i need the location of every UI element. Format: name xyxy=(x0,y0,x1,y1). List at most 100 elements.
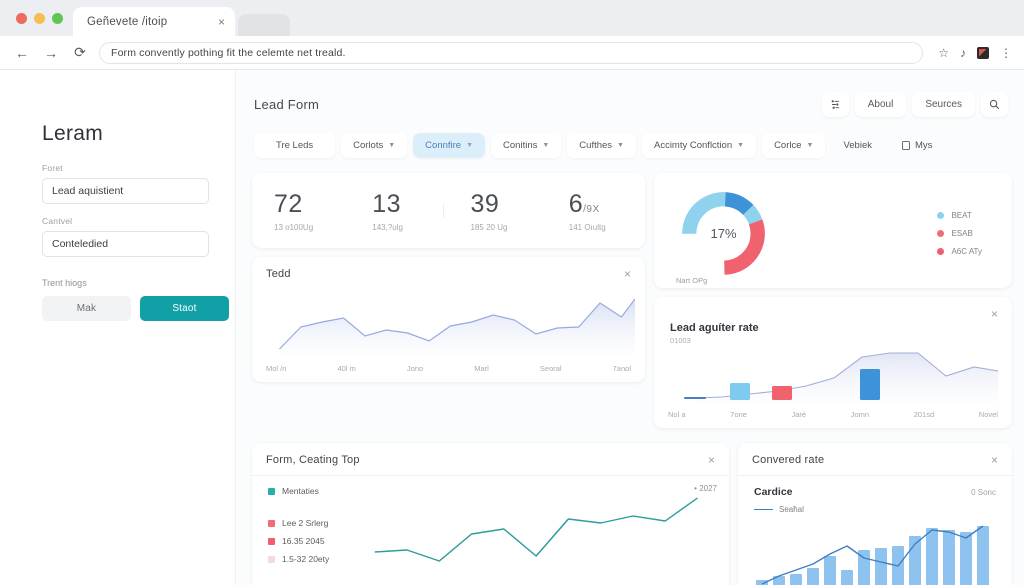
address-bar-text: Form convently pothing fit the celemte n… xyxy=(111,46,346,59)
tab-label: Connfire xyxy=(425,140,462,151)
donut-chart: 17% Nart OPg xyxy=(676,186,771,285)
tab-label: Conitins xyxy=(503,140,538,151)
toolbar-actions: ☆ ♪ ⋮ xyxy=(932,46,1012,59)
axis-tick-label: Mol /n xyxy=(266,364,287,373)
tab-connfire[interactable]: Connfire ▼ xyxy=(413,133,486,158)
tab-cufthes[interactable]: Cufthes ▼ xyxy=(567,133,636,158)
cancel-button[interactable]: Mak xyxy=(42,296,131,321)
tab-tre-leds[interactable]: Tre Leds xyxy=(254,133,336,158)
close-icon[interactable]: × xyxy=(991,454,998,466)
chevron-down-icon: ▼ xyxy=(806,142,814,149)
axis-tick-label: 201sd xyxy=(913,410,935,419)
donut-card: 17% Nart OPg BEAT ESAB A6C ATy xyxy=(654,173,1012,288)
filter-icon[interactable] xyxy=(821,92,849,117)
legend-label: A6C ATy xyxy=(951,247,982,256)
sidebar-title: Leram xyxy=(42,122,104,145)
tab-accimty-conflction[interactable]: Accimty Conflction ▼ xyxy=(641,133,757,158)
kpi-value: 39 xyxy=(470,189,500,218)
main-panel: Lead Form Aboul Seurces Tre Leds Corlots… xyxy=(236,70,1024,585)
sidebar-section-label: Trent hiogs xyxy=(42,278,87,288)
legend-swatch-icon xyxy=(268,487,275,495)
trend-chart xyxy=(252,289,645,361)
axis-tick-label: 7one xyxy=(730,410,747,419)
close-window-button[interactable] xyxy=(16,12,27,24)
legend-label: 1.5-32 20ety xyxy=(282,554,330,564)
converted-sub-title: Cardice xyxy=(754,486,793,498)
legend-swatch-icon xyxy=(937,230,945,237)
browser-tab-bar: Geñevete /itoip × xyxy=(0,0,1024,36)
submit-button[interactable]: Staot xyxy=(140,296,229,321)
maximize-window-button[interactable] xyxy=(52,12,63,24)
legend-label: BEAT xyxy=(951,211,972,220)
axis-tick-label: Jomn xyxy=(850,410,870,419)
close-icon[interactable]: × xyxy=(708,454,715,466)
converted-sub-header: Cardice 0 Sonc xyxy=(738,476,1012,498)
legend-label: Mentaties xyxy=(282,486,319,496)
axis-tick-label: Nol a xyxy=(668,410,686,419)
kpi-suffix: /9X xyxy=(583,203,600,215)
converted-card-header: Convered rate × xyxy=(738,443,1012,475)
kpi-sublabel: 13 o100Ug xyxy=(274,222,314,232)
close-icon[interactable]: × xyxy=(991,308,998,320)
tab-corlots[interactable]: Corlots ▼ xyxy=(341,133,408,158)
trend-card-title: Tedd xyxy=(266,268,291,280)
trend-card: Tedd × Mol /n 40l m Jono Marl Seoral 7an… xyxy=(252,257,645,382)
tab-mys[interactable]: Mys xyxy=(890,133,944,158)
form-chart-header: Form, Ceating Top × xyxy=(252,443,729,475)
browser-tab-inactive[interactable] xyxy=(238,14,290,36)
kpi-card: 72 13 o100Ug 13 143,?ulg 39 185 20 Ug 6/9X 141 … xyxy=(252,173,645,248)
left-column: 72 13 o100Ug 13 143,?ulg 39 185 20 Ug 6/9X 141 … xyxy=(252,173,645,428)
tab-conitins[interactable]: Conitins ▼ xyxy=(491,133,562,158)
browser-menu-icon[interactable]: ⋮ xyxy=(1000,47,1012,59)
extension-icon[interactable] xyxy=(977,46,989,59)
donut-caption: Nart OPg xyxy=(676,276,708,285)
address-bar[interactable]: Form convently pothing fit the celemte n… xyxy=(99,41,924,64)
kpi-item: 13 143,?ulg xyxy=(350,190,448,232)
form-line-chart: • 2027 xyxy=(364,476,729,585)
kpi-sublabel: 143,?ulg xyxy=(372,222,403,232)
lead-rate-card: . × Lead aguíter rate 01003 xyxy=(654,297,1012,428)
close-tab-icon[interactable]: × xyxy=(218,15,225,29)
axis-tick-label: Jaré xyxy=(791,410,807,419)
bookmark-star-icon[interactable]: ☆ xyxy=(938,47,949,59)
back-icon[interactable]: ← xyxy=(12,43,32,63)
close-icon[interactable]: × xyxy=(624,268,631,280)
header-actions: Aboul Seurces xyxy=(816,92,1008,117)
search-icon[interactable] xyxy=(981,92,1008,117)
kpi-item: 72 13 o100Ug xyxy=(252,190,350,232)
tab-vebiek[interactable]: Vebiek xyxy=(831,133,884,158)
about-button[interactable]: Aboul xyxy=(854,92,907,117)
dashboard-grid-bottom: Form, Ceating Top × Mentaties Lee 2 Srler… xyxy=(252,443,1012,585)
minimize-window-button[interactable] xyxy=(34,12,45,24)
music-note-icon[interactable]: ♪ xyxy=(960,47,966,59)
tab-label: Corlce xyxy=(774,140,802,151)
converted-rate-card: Convered rate × Cardice 0 Sonc Seaħal xyxy=(738,443,1012,585)
field2-input[interactable] xyxy=(42,231,209,257)
legend-swatch-icon xyxy=(937,212,945,219)
lead-rate-subtitle: 01003 xyxy=(670,336,691,345)
trend-x-axis: Mol /n 40l m Jono Marl Seoral 7anol xyxy=(252,361,645,382)
legend-item: A6C ATy xyxy=(937,247,982,256)
form-chart-title: Form, Ceating Top xyxy=(266,454,360,466)
sources-button[interactable]: Seurces xyxy=(912,92,975,117)
forward-icon[interactable]: → xyxy=(41,43,61,63)
field1-input[interactable] xyxy=(42,178,209,204)
legend-swatch-icon xyxy=(268,519,275,527)
legend-item: 1.5-32 20ety xyxy=(268,554,364,564)
chevron-down-icon: ▼ xyxy=(617,142,624,149)
legend-swatch-icon xyxy=(937,248,945,255)
converted-legend-label: Seaħal xyxy=(779,505,804,514)
legend-item: Mentaties xyxy=(268,486,364,496)
axis-tick-label: Marl xyxy=(474,364,489,373)
dashboard-grid: 72 13 o100Ug 13 143,?ulg 39 185 20 Ug 6/9X 141 … xyxy=(252,173,1012,428)
axis-tick-label: 7anol xyxy=(612,364,631,373)
legend-label: 16.35 2045 xyxy=(282,536,325,546)
browser-tab[interactable]: Geñevete /itoip × xyxy=(73,7,235,36)
sidebar-button-row: Mak Staot xyxy=(42,296,229,321)
tab-corlce[interactable]: Corlce ▼ xyxy=(762,133,826,158)
reload-icon[interactable]: ⟳ xyxy=(70,43,90,63)
legend-item: BEAT xyxy=(937,211,982,220)
kpi-sublabel: 185 20 Ug xyxy=(470,222,508,232)
legend-swatch-icon xyxy=(268,555,275,563)
document-icon xyxy=(901,141,910,150)
